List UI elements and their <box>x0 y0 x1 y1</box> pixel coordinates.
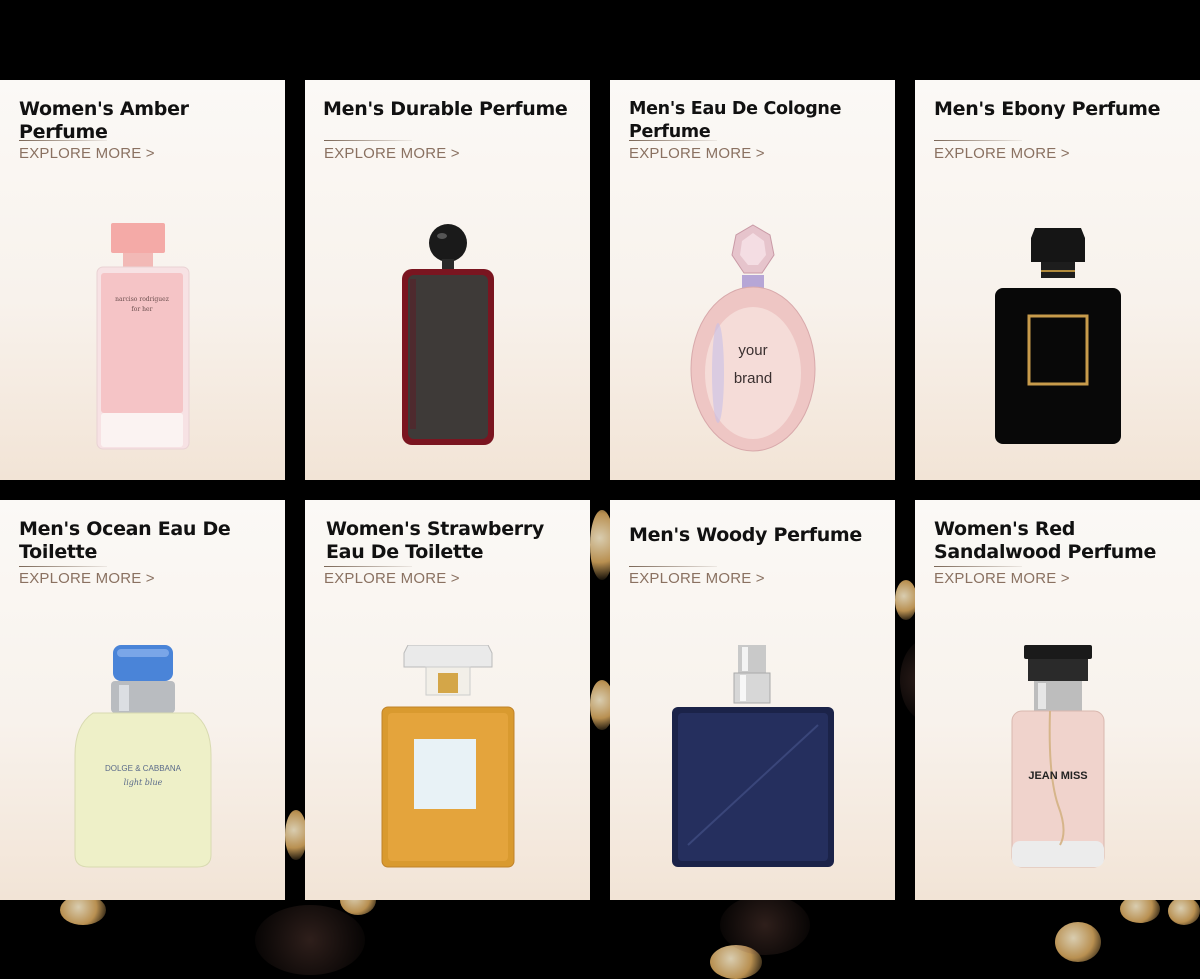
explore-more-link[interactable]: EXPLORE MORE > <box>19 570 155 587</box>
product-image[interactable] <box>305 195 590 480</box>
explore-more-link[interactable]: EXPLORE MORE > <box>629 570 765 587</box>
blush-cylinder-bottle-icon: JEAN MISS <box>1011 645 1104 868</box>
product-card-womens-amber[interactable]: Women's Amber Perfume EXPLORE MORE > nar… <box>0 80 285 480</box>
bottle-text: brand <box>733 370 771 387</box>
product-title: Men's Woody Perfume <box>629 524 863 546</box>
product-card-mens-woody[interactable]: Men's Woody Perfume EXPLORE MORE > <box>610 500 895 900</box>
product-title: Women's Strawberry Eau De Toilette <box>326 518 545 563</box>
product-image[interactable]: narciso rodriguez for her <box>0 195 285 480</box>
product-image[interactable] <box>305 615 590 900</box>
product-card-womens-strawberry[interactable]: Women's Strawberry Eau De Toilette EXPLO… <box>305 500 590 900</box>
product-image[interactable] <box>915 195 1200 480</box>
product-image[interactable]: DOLGE & CABBANA light blue <box>0 615 285 900</box>
product-title: Men's Ocean Eau De Toilette <box>19 518 231 563</box>
bottle-text: narciso rodriguez <box>115 296 169 303</box>
explore-more-link[interactable]: EXPLORE MORE > <box>629 145 765 162</box>
explore-more-link[interactable]: EXPLORE MORE > <box>324 145 460 162</box>
navy-square-bottle-icon <box>671 645 834 867</box>
product-card-womens-red-sandalwood[interactable]: Women's Red Sandalwood Perfume EXPLORE M… <box>915 500 1200 900</box>
bottle-text: DOLGE & CABBANA <box>104 764 181 773</box>
bottle-text: JEAN MISS <box>1028 770 1087 782</box>
title-divider <box>324 566 412 567</box>
product-grid: Women's Amber Perfume EXPLORE MORE > nar… <box>0 80 1200 900</box>
light-blue-bottle-icon: DOLGE & CABBANA light blue <box>74 645 211 868</box>
product-title: Men's Durable Perfume <box>323 98 568 120</box>
black-square-bottle-icon <box>994 227 1121 444</box>
product-title: Men's Eau De Cologne Perfume <box>629 99 842 142</box>
title-divider <box>324 140 412 141</box>
title-divider <box>19 140 107 141</box>
product-title: Women's Amber Perfume <box>19 98 189 143</box>
product-card-mens-ebony[interactable]: Men's Ebony Perfume EXPLORE MORE > <box>915 80 1200 480</box>
product-card-mens-durable[interactable]: Men's Durable Perfume EXPLORE MORE > <box>305 80 590 480</box>
explore-more-link[interactable]: EXPLORE MORE > <box>934 570 1070 587</box>
round-crystal-bottle-icon: your brand <box>690 223 815 451</box>
product-image[interactable]: JEAN MISS <box>915 615 1200 900</box>
explore-more-link[interactable]: EXPLORE MORE > <box>934 145 1070 162</box>
title-divider <box>934 566 1022 567</box>
pink-square-bottle-icon: narciso rodriguez for her <box>96 222 189 449</box>
product-card-mens-ocean[interactable]: Men's Ocean Eau De Toilette EXPLORE MORE… <box>0 500 285 900</box>
product-card-mens-eau-de-cologne[interactable]: Men's Eau De Cologne Perfume EXPLORE MOR… <box>610 80 895 480</box>
bottle-text: your <box>738 342 767 359</box>
burgundy-slim-bottle-icon <box>401 223 494 445</box>
product-image[interactable]: your brand <box>610 195 895 480</box>
title-divider <box>629 566 717 567</box>
bottle-text: light blue <box>123 778 162 787</box>
title-divider <box>934 140 1022 141</box>
explore-more-link[interactable]: EXPLORE MORE > <box>324 570 460 587</box>
product-image[interactable] <box>610 615 895 900</box>
bottle-text: for her <box>131 306 152 313</box>
title-divider <box>19 566 107 567</box>
product-title: Women's Red Sandalwood Perfume <box>934 518 1157 563</box>
amber-glass-bottle-icon <box>381 645 514 868</box>
product-title: Men's Ebony Perfume <box>934 98 1161 120</box>
explore-more-link[interactable]: EXPLORE MORE > <box>19 145 155 162</box>
title-divider <box>629 140 717 141</box>
